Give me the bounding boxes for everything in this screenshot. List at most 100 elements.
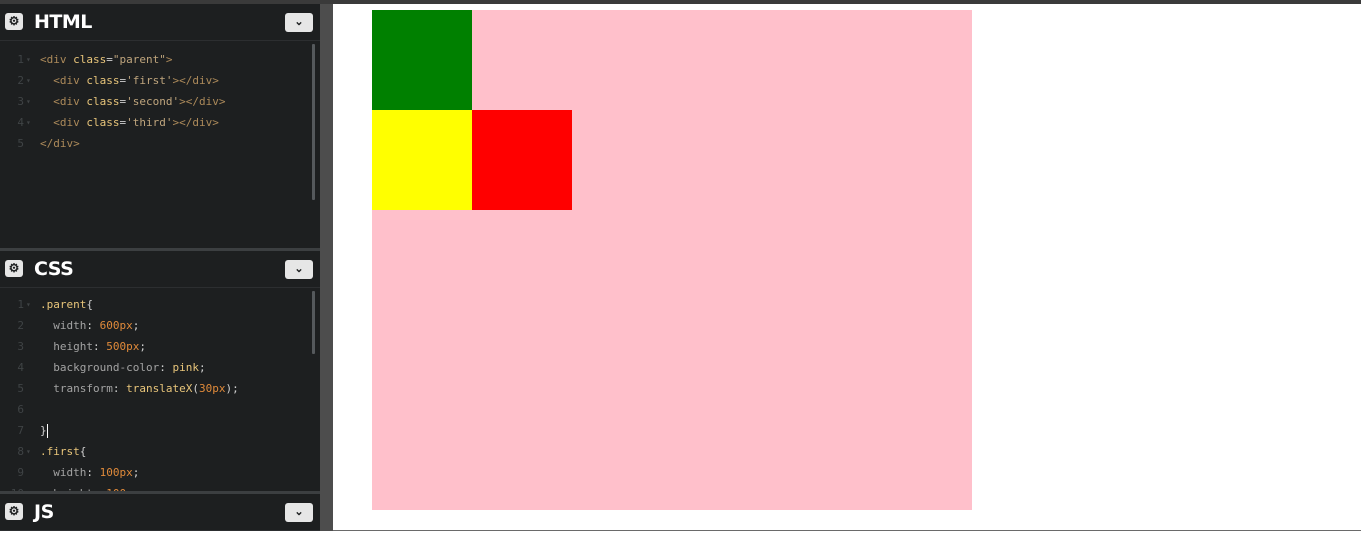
line-number: 1	[17, 298, 24, 311]
code-token: translateX	[126, 382, 193, 395]
code-token: width	[40, 466, 87, 479]
code-text: <div class="parent">	[40, 49, 172, 70]
line-number: 6	[17, 403, 24, 416]
css-code-editor[interactable]: 1 ▾ .parent{2 width: 600px; 3 height: 500px…	[0, 288, 320, 491]
code-line: 4 ▾ <div class='third'></div>	[0, 112, 320, 133]
code-line: 5 transform: translateX(30px);	[0, 378, 320, 399]
js-pane-header: ⚙ JS ⌄	[0, 494, 320, 531]
line-number: 10	[0, 483, 24, 491]
fold-marker-icon[interactable]: ▾	[26, 49, 31, 70]
code-token: <div	[40, 53, 74, 66]
code-token: ></div>	[172, 74, 219, 87]
code-token: 'second'	[126, 95, 180, 108]
css-settings-gear-icon[interactable]: ⚙	[5, 260, 23, 277]
code-token: :	[159, 361, 173, 374]
code-token: ></div>	[172, 116, 219, 129]
html-scrollbar[interactable]	[312, 44, 315, 200]
code-line: 2 ▾ <div class='first'></div>	[0, 70, 320, 91]
result-preview	[333, 4, 1361, 530]
code-token: );	[225, 382, 239, 395]
fold-marker-icon[interactable]: ▾	[26, 112, 31, 133]
line-number: 8	[17, 445, 24, 458]
html-pane-title: HTML	[34, 11, 92, 33]
code-text: width: 100px;	[40, 462, 139, 483]
code-line: 3 height: 500px;	[0, 336, 320, 357]
html-settings-gear-icon[interactable]: ⚙	[5, 13, 23, 30]
code-text: <div class='first'></div>	[40, 70, 219, 91]
css-pane: ⚙ CSS ⌄ 1 ▾ .parent{2 width: 600px; 3 heigh…	[0, 251, 320, 491]
html-collapse-chevron-down-icon[interactable]: ⌄	[285, 13, 313, 32]
fold-marker-icon[interactable]: ▾	[26, 70, 31, 91]
line-number: 2	[17, 74, 24, 87]
fold-marker-icon[interactable]: ▾	[26, 91, 31, 112]
code-token: class	[86, 74, 120, 87]
line-number: 4	[17, 361, 24, 374]
fold-marker-icon[interactable]: ▾	[26, 441, 31, 462]
code-token: </div>	[40, 137, 80, 150]
code-token: ;	[139, 340, 146, 353]
code-token: 30px	[198, 382, 226, 395]
code-line: 1 ▾ .parent{	[0, 294, 320, 315]
code-token: transform	[40, 382, 113, 395]
code-token: :	[92, 340, 107, 353]
code-token: .parent	[40, 298, 87, 311]
js-collapse-chevron-down-icon[interactable]: ⌄	[285, 503, 313, 522]
text-cursor	[46, 424, 48, 438]
editor-panel: ⚙ HTML ⌄ 1 ▾ <div class="parent"> 2 ▾ <div c…	[0, 4, 320, 531]
js-pane: ⚙ JS ⌄	[0, 494, 320, 531]
code-text: <div class='second'></div>	[40, 91, 225, 112]
first-box	[372, 10, 472, 110]
code-token: width	[40, 319, 87, 332]
line-number: 9	[17, 466, 24, 479]
code-token: <div	[53, 95, 87, 108]
code-token: 'first'	[126, 74, 173, 87]
code-token: :	[86, 319, 100, 332]
fold-marker-icon[interactable]: ▾	[26, 294, 31, 315]
code-token: 'third'	[126, 116, 173, 129]
code-token: pink	[172, 361, 199, 374]
code-token: <div	[53, 74, 87, 87]
css-scrollbar[interactable]	[312, 291, 315, 354]
code-line: 7}	[0, 420, 320, 441]
code-line: 1 ▾ <div class="parent">	[0, 49, 320, 70]
html-code-editor[interactable]: 1 ▾ <div class="parent"> 2 ▾ <div class='fir…	[0, 41, 320, 248]
second-box	[372, 110, 472, 210]
code-token: class	[86, 116, 120, 129]
line-number: 2	[17, 319, 24, 332]
code-token: >	[165, 53, 173, 66]
line-number: 1	[17, 53, 24, 66]
line-number: 5	[17, 137, 24, 150]
code-text: </div>	[40, 133, 80, 154]
code-token: 100px	[99, 466, 133, 479]
js-settings-gear-icon[interactable]: ⚙	[5, 503, 23, 520]
parent-box	[372, 10, 972, 510]
code-token: }	[40, 424, 47, 437]
code-text: .parent{	[40, 294, 93, 315]
code-token: ></div>	[179, 95, 226, 108]
code-token: 600px	[99, 319, 133, 332]
line-number: 7	[17, 424, 24, 437]
code-token: {	[79, 445, 87, 458]
code-token: {	[86, 298, 93, 311]
code-token: ;	[132, 466, 140, 479]
bottom-strip	[0, 531, 1361, 539]
code-token: :	[112, 382, 127, 395]
code-line: 9 width: 100px;	[0, 462, 320, 483]
code-token: ;	[132, 319, 140, 332]
code-text: }	[40, 420, 48, 441]
code-line: 2 width: 600px;	[0, 315, 320, 336]
css-collapse-chevron-down-icon[interactable]: ⌄	[285, 260, 313, 279]
code-line: 10 height: 100px;	[0, 483, 320, 491]
code-token: "parent"	[112, 53, 166, 66]
code-line: 3 ▾ <div class='second'></div>	[0, 91, 320, 112]
line-number: 4	[17, 116, 24, 129]
line-number: 3	[17, 340, 24, 353]
code-token: class	[73, 53, 107, 66]
editor-preview-resize-handle[interactable]	[320, 4, 333, 531]
css-pane-header: ⚙ CSS ⌄	[0, 251, 320, 288]
code-text: <div class='third'></div>	[40, 112, 219, 133]
code-token: 500px	[106, 340, 140, 353]
